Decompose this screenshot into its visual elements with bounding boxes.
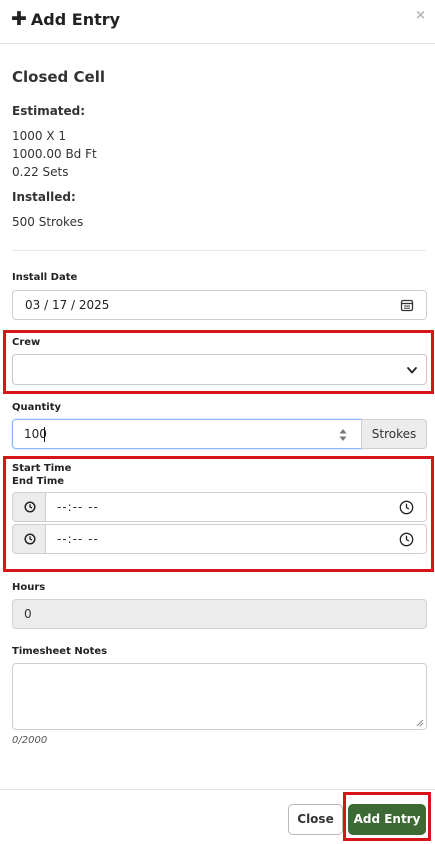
modal-header: ✚ Add Entry × xyxy=(0,0,435,44)
modal-title-text: Add Entry xyxy=(30,10,121,29)
start-time-button[interactable] xyxy=(12,492,46,522)
estimated-line: 1000 X 1 xyxy=(12,129,67,143)
product-title: Closed Cell xyxy=(12,68,105,86)
plus-icon: ✚ xyxy=(11,8,27,30)
end-time-label: End Time xyxy=(12,476,65,487)
hours-field: 0 xyxy=(12,599,427,629)
end-time-value: --:-- -- xyxy=(57,532,99,546)
estimated-line: 1000.00 Bd Ft xyxy=(12,147,97,161)
timesheet-notes-textarea[interactable] xyxy=(12,663,427,730)
clock-icon[interactable] xyxy=(399,532,414,547)
hours-label: Hours xyxy=(12,582,46,593)
clock-icon xyxy=(24,533,36,545)
quantity-unit-addon: Strokes xyxy=(361,419,427,449)
installed-value: 500 Strokes xyxy=(12,215,84,229)
crew-select[interactable] xyxy=(12,354,427,385)
install-date-input[interactable]: 03 / 17 / 2025 xyxy=(12,290,427,320)
hours-value: 0 xyxy=(24,607,32,621)
quantity-label: Quantity xyxy=(12,402,61,413)
modal-footer-divider xyxy=(0,789,435,790)
chevron-down-icon xyxy=(407,367,417,374)
notes-char-counter: 0/2000 xyxy=(12,735,48,746)
quantity-input[interactable]: 100 xyxy=(12,419,362,449)
end-time-input[interactable]: --:-- -- xyxy=(45,524,427,554)
estimated-line: 0.22 Sets xyxy=(12,165,69,179)
add-entry-button[interactable]: Add Entry xyxy=(348,804,426,835)
start-time-input[interactable]: --:-- -- xyxy=(45,492,427,522)
clock-icon[interactable] xyxy=(399,500,414,515)
install-date-label: Install Date xyxy=(12,272,78,283)
text-cursor xyxy=(44,427,45,442)
installed-label: Installed: xyxy=(12,190,76,204)
modal-title: ✚ Add Entry xyxy=(11,8,121,30)
start-time-value: --:-- -- xyxy=(57,500,99,514)
spinner-icon[interactable] xyxy=(339,428,347,442)
close-button[interactable]: Close xyxy=(288,804,343,835)
calendar-icon[interactable] xyxy=(400,298,414,312)
resize-grip-icon[interactable] xyxy=(415,718,424,727)
clock-icon xyxy=(24,501,36,513)
start-time-label: Start Time xyxy=(12,463,72,474)
divider xyxy=(12,250,426,251)
end-time-button[interactable] xyxy=(12,524,46,554)
estimated-label: Estimated: xyxy=(12,104,86,118)
install-date-value: 03 / 17 / 2025 xyxy=(25,298,110,312)
end-time-row: --:-- -- xyxy=(12,524,427,554)
timesheet-notes-label: Timesheet Notes xyxy=(12,646,108,657)
start-time-row: --:-- -- xyxy=(12,492,427,522)
crew-label: Crew xyxy=(12,337,41,348)
close-icon[interactable]: × xyxy=(415,8,426,23)
